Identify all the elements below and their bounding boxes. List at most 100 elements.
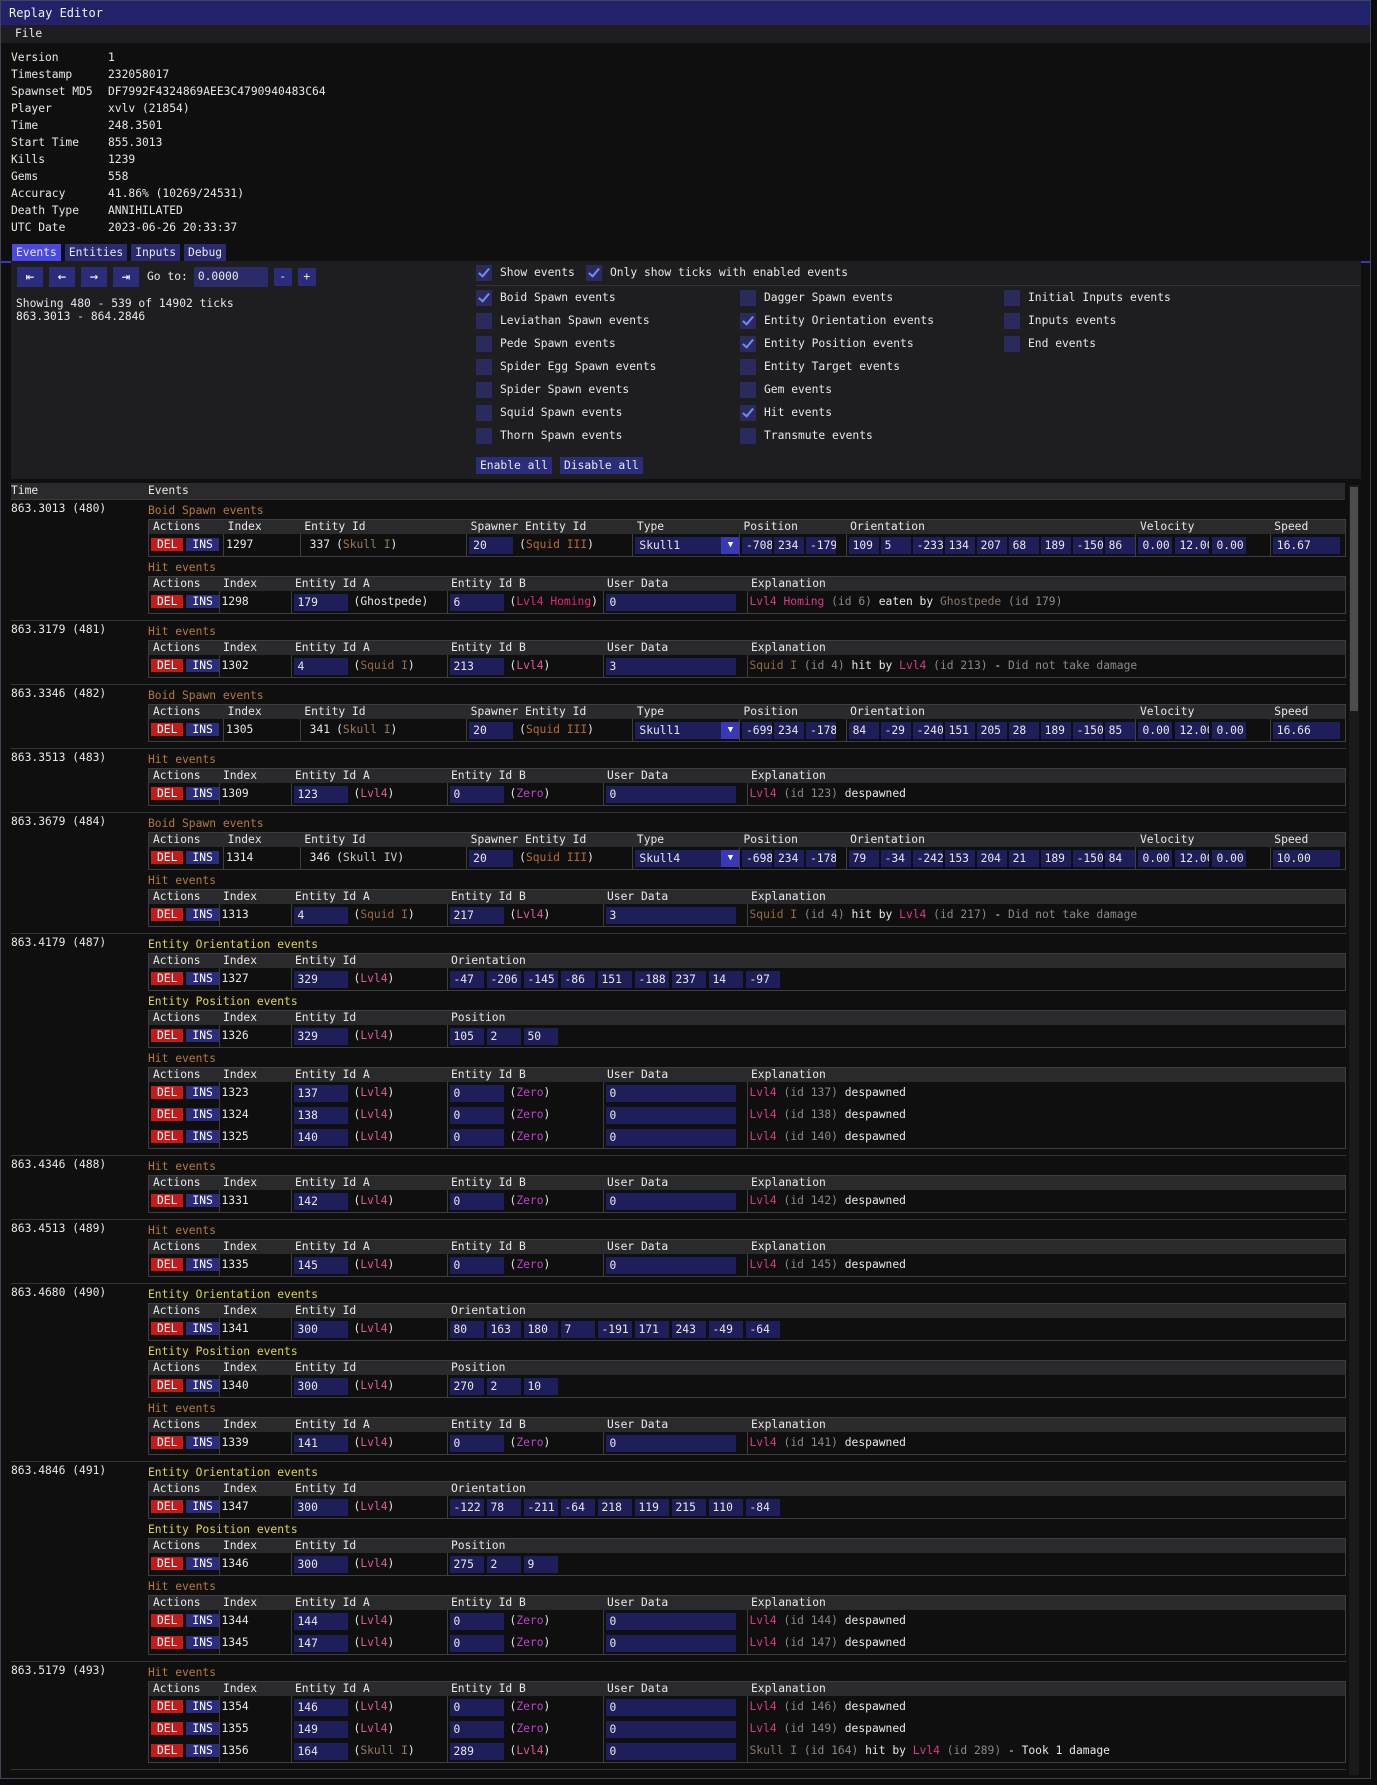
speed-input[interactable]: 10.00 bbox=[1272, 849, 1340, 867]
delete-button[interactable]: DEL bbox=[151, 1322, 184, 1336]
orientation-input[interactable]: 84 bbox=[1104, 849, 1135, 867]
insert-button[interactable]: INS bbox=[186, 1322, 219, 1336]
position-input[interactable]: 234 bbox=[773, 849, 804, 867]
orientation-input[interactable]: -64 bbox=[560, 1498, 595, 1516]
delete-button[interactable]: DEL bbox=[151, 1722, 184, 1736]
entity-id-input[interactable]: 300 bbox=[293, 1498, 348, 1516]
delete-button[interactable]: DEL bbox=[151, 1636, 184, 1650]
insert-button[interactable]: INS bbox=[186, 538, 219, 552]
velocity-input[interactable]: 12.00 bbox=[1175, 721, 1210, 739]
delete-button[interactable]: DEL bbox=[151, 1029, 184, 1043]
entity-id-a-input[interactable]: 145 bbox=[293, 1256, 348, 1274]
orientation-input[interactable]: 78 bbox=[486, 1498, 521, 1516]
delete-button[interactable]: DEL bbox=[151, 1436, 184, 1450]
orientation-input[interactable]: -242 bbox=[912, 849, 943, 867]
position-input[interactable]: 10 bbox=[523, 1377, 558, 1395]
delete-button[interactable]: DEL bbox=[151, 1614, 184, 1628]
entity-id-a-input[interactable]: 140 bbox=[293, 1128, 348, 1146]
position-input[interactable]: 9 bbox=[523, 1555, 558, 1573]
orientation-input[interactable]: -49 bbox=[708, 1320, 743, 1338]
position-input[interactable]: 234 bbox=[773, 536, 804, 554]
insert-button[interactable]: INS bbox=[186, 1700, 219, 1714]
user-data-input[interactable]: 0 bbox=[605, 1742, 736, 1760]
spawner-id-input[interactable]: 20 bbox=[469, 849, 514, 867]
user-data-input[interactable]: 0 bbox=[605, 1612, 736, 1630]
entity-id-b-input[interactable]: 0 bbox=[449, 1256, 504, 1274]
next-tick-button[interactable]: → bbox=[81, 267, 107, 287]
entity-id-b-input[interactable]: 0 bbox=[449, 1698, 504, 1716]
user-data-input[interactable]: 0 bbox=[605, 1192, 736, 1210]
orientation-input[interactable]: -233 bbox=[912, 536, 943, 554]
orientation-input[interactable]: 109 bbox=[848, 536, 879, 554]
orientation-input[interactable]: 84 bbox=[848, 721, 879, 739]
orientation-input[interactable]: 189 bbox=[1040, 849, 1071, 867]
velocity-input[interactable]: 0.00 bbox=[1212, 536, 1247, 554]
orientation-input[interactable]: -150 bbox=[1072, 536, 1103, 554]
orientation-input[interactable]: 204 bbox=[976, 849, 1007, 867]
user-data-input[interactable]: 0 bbox=[605, 1106, 736, 1124]
filter-checkbox[interactable]: Boid Spawn events bbox=[476, 288, 656, 308]
insert-button[interactable]: INS bbox=[186, 595, 219, 609]
user-data-input[interactable]: 0 bbox=[605, 1434, 736, 1452]
position-input[interactable]: -178 bbox=[805, 721, 836, 739]
delete-button[interactable]: DEL bbox=[151, 851, 184, 865]
speed-input[interactable]: 16.66 bbox=[1272, 721, 1340, 739]
insert-button[interactable]: INS bbox=[186, 1557, 219, 1571]
delete-button[interactable]: DEL bbox=[151, 1700, 184, 1714]
filter-checkbox[interactable]: Spider Egg Spawn events bbox=[476, 357, 656, 377]
entity-id-b-input[interactable]: 217 bbox=[449, 906, 504, 924]
show-events-checkbox[interactable]: Show events bbox=[476, 263, 586, 283]
position-input[interactable]: -699 bbox=[741, 721, 772, 739]
filter-checkbox[interactable]: Leviathan Spawn events bbox=[476, 311, 656, 331]
entity-id-b-input[interactable]: 289 bbox=[449, 1742, 504, 1760]
insert-button[interactable]: INS bbox=[186, 1614, 219, 1628]
entity-id-b-input[interactable]: 0 bbox=[449, 1720, 504, 1738]
entity-id-a-input[interactable]: 137 bbox=[293, 1084, 348, 1102]
insert-button[interactable]: INS bbox=[186, 723, 219, 737]
insert-button[interactable]: INS bbox=[186, 1500, 219, 1514]
last-tick-button[interactable]: ⇥ bbox=[113, 267, 139, 287]
entity-id-b-input[interactable]: 0 bbox=[449, 1612, 504, 1630]
orientation-input[interactable]: -150 bbox=[1072, 721, 1103, 739]
position-input[interactable]: -698 bbox=[741, 849, 772, 867]
insert-button[interactable]: INS bbox=[186, 1379, 219, 1393]
entity-id-a-input[interactable]: 179 bbox=[293, 593, 348, 611]
spawner-id-input[interactable]: 20 bbox=[469, 536, 514, 554]
insert-button[interactable]: INS bbox=[186, 851, 219, 865]
orientation-input[interactable]: 189 bbox=[1040, 721, 1071, 739]
orientation-input[interactable]: 153 bbox=[944, 849, 975, 867]
insert-button[interactable]: INS bbox=[186, 1130, 219, 1144]
entity-id-input[interactable]: 300 bbox=[293, 1555, 348, 1573]
orientation-input[interactable]: 28 bbox=[1008, 721, 1039, 739]
prev-tick-button[interactable]: ← bbox=[49, 267, 75, 287]
entity-id-a-input[interactable]: 146 bbox=[293, 1698, 348, 1716]
orientation-input[interactable]: 163 bbox=[486, 1320, 521, 1338]
filter-checkbox[interactable]: Thorn Spawn events bbox=[476, 426, 656, 446]
filter-checkbox[interactable]: Hit events bbox=[740, 403, 934, 423]
orientation-input[interactable]: 151 bbox=[597, 970, 632, 988]
filter-checkbox[interactable]: Dagger Spawn events bbox=[740, 288, 934, 308]
delete-button[interactable]: DEL bbox=[151, 1086, 184, 1100]
position-input[interactable]: -179 bbox=[805, 536, 836, 554]
insert-button[interactable]: INS bbox=[186, 1636, 219, 1650]
entity-id-b-input[interactable]: 0 bbox=[449, 1434, 504, 1452]
orientation-input[interactable]: -64 bbox=[745, 1320, 780, 1338]
position-input[interactable]: 105 bbox=[449, 1027, 484, 1045]
orientation-input[interactable]: 180 bbox=[523, 1320, 558, 1338]
tab-debug[interactable]: Debug bbox=[184, 244, 227, 261]
orientation-input[interactable]: 14 bbox=[708, 970, 743, 988]
entity-id-b-input[interactable]: 0 bbox=[449, 785, 504, 803]
orientation-input[interactable]: 215 bbox=[671, 1498, 706, 1516]
user-data-input[interactable]: 3 bbox=[605, 657, 736, 675]
insert-button[interactable]: INS bbox=[186, 908, 219, 922]
velocity-input[interactable]: 0.00 bbox=[1138, 536, 1173, 554]
entity-id-b-input[interactable]: 213 bbox=[449, 657, 504, 675]
user-data-input[interactable]: 0 bbox=[605, 1256, 736, 1274]
orientation-input[interactable]: 68 bbox=[1008, 536, 1039, 554]
filter-checkbox[interactable]: Pede Spawn events bbox=[476, 334, 656, 354]
user-data-input[interactable]: 0 bbox=[605, 1128, 736, 1146]
insert-button[interactable]: INS bbox=[186, 1029, 219, 1043]
orientation-input[interactable]: -150 bbox=[1072, 849, 1103, 867]
orientation-input[interactable]: -29 bbox=[880, 721, 911, 739]
position-input[interactable]: 2 bbox=[486, 1377, 521, 1395]
